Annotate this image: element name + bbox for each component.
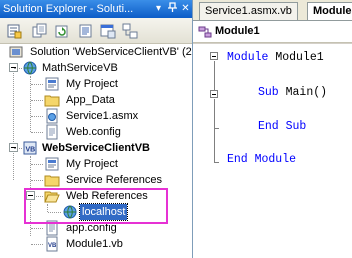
- tree-label: App_Data: [66, 94, 115, 106]
- tree-connector: [31, 84, 43, 85]
- outline-collapse-icon[interactable]: [210, 52, 218, 60]
- show-all-files-icon[interactable]: [32, 23, 48, 39]
- solution-explorer-title-bar: Solution Explorer - Soluti... ▾ ✕: [0, 0, 192, 18]
- outline-line: [214, 162, 219, 163]
- keyword: End Sub: [258, 120, 307, 133]
- web-project-icon: [22, 60, 38, 76]
- properties-icon[interactable]: [6, 23, 22, 39]
- tree-item-my-project[interactable]: My Project: [0, 76, 192, 92]
- code-line-4: End Module: [227, 153, 296, 167]
- view-code-icon[interactable]: [78, 23, 94, 39]
- tree-connector: [14, 68, 22, 69]
- code-line-3: End Sub: [258, 120, 306, 134]
- tab-service1-asmx-vb[interactable]: Service1.asmx.vb: [199, 2, 298, 20]
- tree-label: WebServiceClientVB: [42, 142, 151, 154]
- module-icon: [197, 24, 213, 40]
- solution-explorer-toolbar: [0, 18, 192, 44]
- class-dropdown[interactable]: Module1: [215, 25, 260, 37]
- keyword: Sub: [258, 86, 279, 99]
- tree-label: MathServiceVB: [42, 62, 118, 74]
- tree-item-my-project[interactable]: My Project: [0, 156, 192, 172]
- outline-line: [214, 128, 219, 129]
- tree-connector: [31, 228, 43, 229]
- outline-collapse-icon[interactable]: [210, 90, 218, 98]
- tree-connector: [31, 164, 43, 165]
- tree-label: Service1.asmx: [66, 110, 139, 122]
- solution-icon: [8, 44, 24, 60]
- svg-text:VB: VB: [48, 243, 57, 249]
- tree-connector: [31, 116, 43, 117]
- vb-project-icon: VB: [22, 140, 38, 156]
- keyword: Module: [227, 51, 269, 64]
- tree-label: My Project: [66, 158, 118, 170]
- keyword: End Module: [227, 153, 297, 166]
- solution-explorer-title: Solution Explorer - Soluti...: [3, 3, 134, 15]
- tree-connector: [14, 148, 22, 149]
- highlight-box: [24, 188, 168, 224]
- web-service-file-icon: [44, 108, 60, 124]
- window-position-icon[interactable]: ▾: [152, 2, 165, 15]
- tree-item-service-references[interactable]: Service References: [0, 172, 192, 188]
- identifier: Main(): [278, 86, 328, 99]
- tree-label: My Project: [66, 78, 118, 90]
- folder-icon: [44, 172, 60, 188]
- tab-module1-vb[interactable]: Module1.vb: [307, 2, 352, 20]
- editor-tab-strip: Service1.asmx.vb Module1.vb: [193, 0, 352, 21]
- tree-item-web-config[interactable]: Web.config: [0, 124, 192, 140]
- my-project-icon: [44, 156, 60, 172]
- my-project-icon: [44, 76, 60, 92]
- pushpin-icon[interactable]: [166, 2, 179, 15]
- editor-navigation-bar: Module1: [193, 21, 352, 43]
- config-file-icon: [44, 124, 60, 140]
- tree-item-mathservicevb[interactable]: MathServiceVB: [0, 60, 192, 76]
- tree-item-module1-vb[interactable]: VB Module1.vb: [0, 236, 192, 252]
- tree-connector: [31, 132, 43, 133]
- tree-item-webserviceclientvb[interactable]: VB WebServiceClientVB: [0, 140, 192, 156]
- vb-file-icon: VB: [44, 236, 60, 252]
- tree-item-service1-asmx[interactable]: Service1.asmx: [0, 108, 192, 124]
- code-line-2: Sub Main(): [258, 86, 327, 100]
- tree-label: Web.config: [66, 126, 121, 138]
- tree-label: Service References: [66, 174, 162, 186]
- tree-connector: [31, 180, 43, 181]
- view-designer-icon[interactable]: [100, 23, 116, 39]
- code-line-1: Module Module1: [227, 51, 324, 65]
- tree-item-app-data[interactable]: App_Data: [0, 92, 192, 108]
- tree-connector: [31, 244, 43, 245]
- outline-margin: [193, 44, 215, 258]
- tree-connector: [31, 100, 43, 101]
- tree-label: Module1.vb: [66, 238, 123, 250]
- refresh-icon[interactable]: [54, 23, 70, 39]
- class-diagram-icon[interactable]: [122, 23, 138, 39]
- folder-icon: [44, 92, 60, 108]
- code-editor[interactable]: Module Module1 Sub Main() End Sub End Mo…: [193, 44, 352, 258]
- tree-item-solution[interactable]: Solution 'WebServiceClientVB' (2: [0, 44, 192, 60]
- tree-label: Solution 'WebServiceClientVB' (2: [30, 46, 192, 58]
- close-icon[interactable]: ✕: [179, 2, 192, 15]
- solution-explorer-panel: Solution Explorer - Soluti... ▾ ✕ Soluti…: [0, 0, 193, 258]
- outline-line: [214, 99, 215, 163]
- solution-tree: Solution 'WebServiceClientVB' (2 MathSer…: [0, 44, 192, 258]
- svg-text:VB: VB: [26, 147, 36, 154]
- identifier: Module1: [268, 51, 324, 64]
